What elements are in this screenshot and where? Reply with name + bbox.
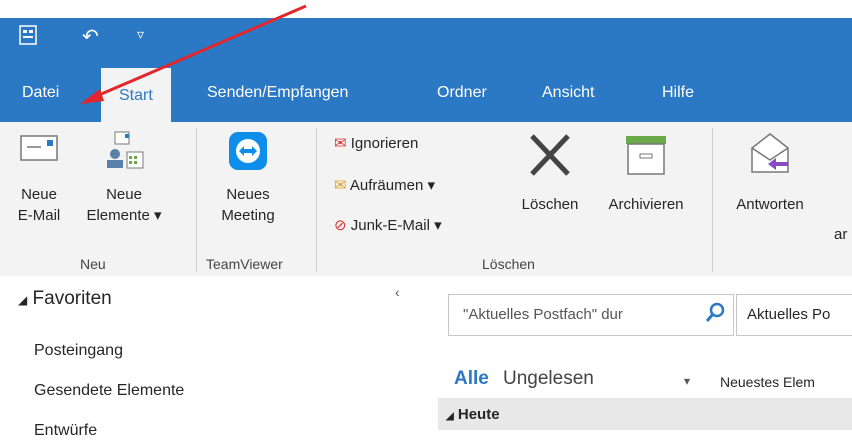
new-meeting-label-2: Meeting xyxy=(221,207,275,224)
new-items-label-2: Elemente ▾ xyxy=(86,207,162,224)
group-today-label: ◢ Heute xyxy=(446,406,500,423)
new-email-label-1: Neue xyxy=(21,186,57,203)
tab-datei[interactable]: Datei xyxy=(22,84,59,102)
archive-label: Archivieren xyxy=(608,196,684,213)
nav-item-drafts[interactable]: Entwürfe xyxy=(34,422,97,440)
search-box[interactable]: "Aktuelles Postfach" dur xyxy=(448,294,734,336)
reply-all-label-partial[interactable]: ar xyxy=(834,226,847,243)
navigation-pane: ◢ Favoriten ‹ Posteingang Gesendete Elem… xyxy=(0,276,420,439)
search-scope-dropdown[interactable]: Aktuelles Po xyxy=(736,294,852,336)
filter-unread[interactable]: Ungelesen xyxy=(503,368,594,390)
group-label-neu: Neu xyxy=(80,256,106,272)
junk-label: Junk-E-Mail ▾ xyxy=(350,217,442,234)
tab-hilfe[interactable]: Hilfe xyxy=(662,84,694,102)
envelope-icon xyxy=(19,135,59,168)
ribbon-separator xyxy=(712,128,713,272)
ignore-button[interactable]: ✉ Ignorieren xyxy=(334,134,418,152)
cleanup-icon: ✉ xyxy=(334,177,347,194)
reply-button[interactable]: Antworten xyxy=(726,130,814,215)
sort-by-dropdown[interactable]: Neuestes Elem xyxy=(720,374,815,390)
new-items-button[interactable]: Neue Elemente ▾ xyxy=(78,130,170,226)
tab-start[interactable]: Start xyxy=(101,68,171,122)
nav-item-inbox[interactable]: Posteingang xyxy=(34,342,123,360)
search-icon[interactable] xyxy=(705,302,725,329)
delete-label: Löschen xyxy=(521,196,579,213)
ribbon-tabs: Datei Start Senden/Empfangen Ordner Ansi… xyxy=(0,68,852,122)
filter-dropdown-icon[interactable]: ▾ xyxy=(684,374,690,388)
ignore-icon: ✉ xyxy=(334,135,347,152)
cleanup-button[interactable]: ✉ Aufräumen ▾ xyxy=(334,176,435,194)
reply-icon xyxy=(746,133,794,184)
ribbon: Neue E-Mail Neue Elemente ▾ Neu Neues Me… xyxy=(0,122,852,277)
archive-button[interactable]: Archivieren xyxy=(592,130,700,215)
favorites-header[interactable]: ◢ Favoriten xyxy=(18,288,112,310)
new-items-icon xyxy=(101,131,147,176)
quick-access-toolbar: ↶ ▿ xyxy=(0,18,852,68)
junk-icon: ⊘ xyxy=(334,217,347,234)
teamviewer-icon xyxy=(227,132,269,176)
outlook-app-icon xyxy=(18,24,38,51)
collapse-triangle-icon: ◢ xyxy=(446,411,454,422)
new-items-label-1: Neue xyxy=(106,186,142,203)
new-email-label-2: E-Mail xyxy=(17,207,61,224)
delete-button[interactable]: Löschen xyxy=(508,130,592,215)
tab-ordner[interactable]: Ordner xyxy=(437,84,487,102)
search-input[interactable]: "Aktuelles Postfach" dur xyxy=(463,306,623,323)
favorites-label: Favoriten xyxy=(32,288,112,309)
group-label-teamviewer: TeamViewer xyxy=(206,256,283,272)
scope-label: Aktuelles Po xyxy=(747,306,831,323)
message-list: "Aktuelles Postfach" dur Aktuelles Po Al… xyxy=(420,276,852,439)
junk-email-button[interactable]: ⊘ Junk-E-Mail ▾ xyxy=(334,216,442,234)
reply-label: Antworten xyxy=(736,196,804,213)
tab-ansicht[interactable]: Ansicht xyxy=(542,84,594,102)
new-meeting-label-1: Neues xyxy=(226,186,270,203)
ribbon-separator xyxy=(196,128,197,272)
filter-all[interactable]: Alle xyxy=(454,368,489,390)
collapse-pane-icon[interactable]: ‹ xyxy=(395,284,400,300)
cleanup-label: Aufräumen ▾ xyxy=(349,177,435,194)
collapse-triangle-icon: ◢ xyxy=(18,293,28,307)
group-header-today[interactable]: ◢ Heute xyxy=(438,398,852,430)
new-meeting-button[interactable]: Neues Meeting xyxy=(208,130,288,226)
tab-senden-empfangen[interactable]: Senden/Empfangen xyxy=(207,84,348,102)
nav-item-sent[interactable]: Gesendete Elemente xyxy=(34,382,184,400)
ribbon-separator xyxy=(316,128,317,272)
group-label-loeschen: Löschen xyxy=(482,256,535,272)
customize-qat-icon[interactable]: ▿ xyxy=(137,26,144,43)
new-email-button[interactable]: Neue E-Mail xyxy=(10,130,68,226)
ignore-label: Ignorieren xyxy=(350,135,419,152)
delete-x-icon xyxy=(526,134,574,184)
group-today-text: Heute xyxy=(457,406,500,423)
archive-icon xyxy=(622,136,670,184)
undo-icon[interactable]: ↶ xyxy=(82,24,99,49)
